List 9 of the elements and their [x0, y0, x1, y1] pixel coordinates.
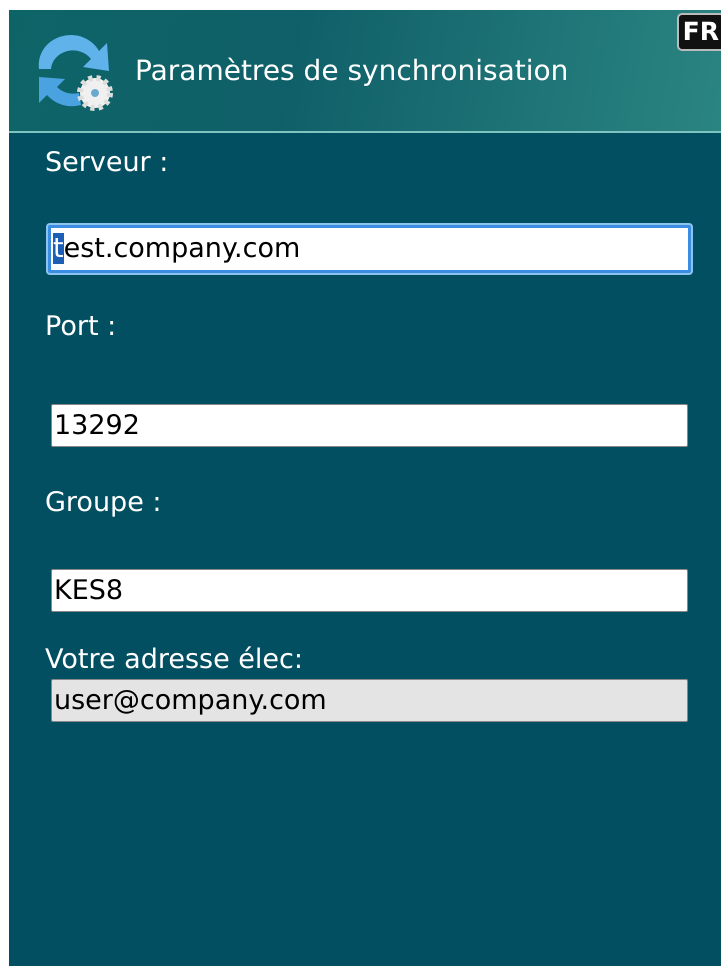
screen-title: Paramètres de synchronisation: [135, 52, 568, 88]
field-label: Port :: [45, 311, 118, 344]
input-field[interactable]: 13292: [51, 404, 688, 447]
field-label: Votre adresse élec:: [45, 644, 304, 677]
input-field[interactable]: KES8: [51, 569, 688, 612]
field-label: Groupe :: [45, 486, 162, 520]
language-indicator: FR: [676, 13, 721, 51]
input-field[interactable]: test.company.com: [48, 225, 691, 274]
field-label: Serveur :: [45, 147, 170, 180]
